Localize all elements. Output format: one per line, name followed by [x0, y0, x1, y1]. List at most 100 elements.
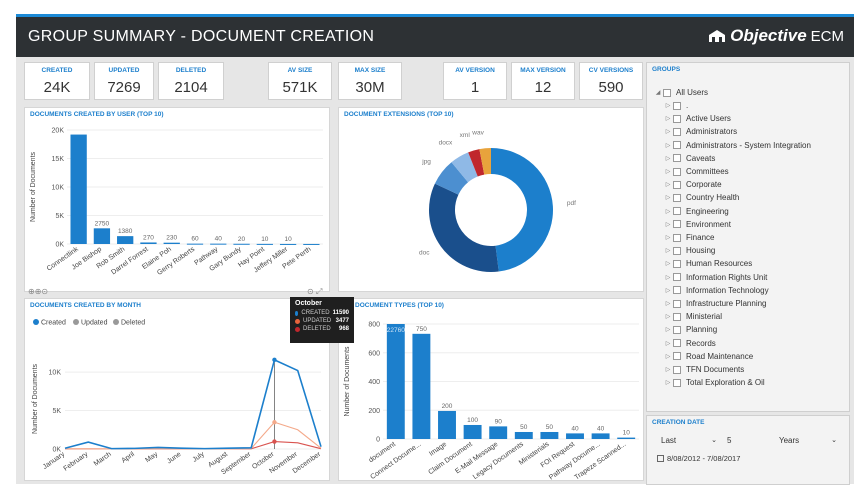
group-item[interactable]: ▷ Information Rights Unit	[663, 272, 768, 282]
checkbox[interactable]	[673, 339, 681, 348]
tooltip-value: 3477	[335, 318, 349, 324]
expand-icon[interactable]: ▷	[663, 102, 673, 109]
group-item-all-users[interactable]: ◢ All Users	[653, 88, 708, 97]
kpi-label: DELETED	[175, 67, 207, 74]
kpi-av-version[interactable]: AV VERSION 1	[443, 62, 507, 100]
checkbox[interactable]	[673, 101, 681, 110]
group-item[interactable]: ▷ Corporate	[663, 180, 722, 189]
kpi-av-size[interactable]: AV SIZE 571K	[268, 62, 332, 100]
expand-icon[interactable]: ▷	[663, 379, 673, 386]
group-item[interactable]: ▷ Records	[663, 339, 716, 348]
amount-input[interactable]: 5	[727, 436, 731, 445]
group-item[interactable]: ▷.	[663, 101, 689, 110]
checkbox[interactable]	[673, 193, 681, 202]
header-bar: GROUP SUMMARY - DOCUMENT CREATION Object…	[16, 17, 854, 57]
checkbox[interactable]	[673, 378, 681, 387]
options-icon[interactable]: ⊙	[307, 287, 314, 296]
group-item[interactable]: ▷ Active Users	[663, 114, 731, 123]
checkbox[interactable]	[673, 167, 681, 176]
expand-icon[interactable]: ▷	[663, 168, 673, 175]
group-item[interactable]: ▷ Finance	[663, 233, 715, 242]
checkbox[interactable]	[673, 233, 681, 242]
unit-select[interactable]: Years ⌄	[779, 436, 837, 445]
expand-icon[interactable]: ▷	[663, 194, 673, 201]
expand-icon[interactable]: ▷	[663, 208, 673, 215]
checkbox[interactable]	[663, 88, 671, 97]
group-item[interactable]: ▷ Committees	[663, 167, 729, 176]
kpi-deleted[interactable]: DELETED 2104	[158, 62, 224, 100]
panel-by-user[interactable]: DOCUMENTS CREATED BY USER (TOP 10) 0K 5K 1…	[24, 107, 330, 292]
group-item[interactable]: ▷ Caveats	[663, 154, 716, 163]
group-item[interactable]: ▷ Road Maintenance	[663, 352, 753, 361]
panel-types[interactable]: DOCUMENT TYPES (TOP 10) 0 200 400 600 800 Num…	[338, 298, 644, 482]
kpi-updated[interactable]: UPDATED 7269	[94, 62, 154, 100]
checkbox[interactable]	[673, 365, 681, 374]
groups-panel[interactable]: GROUPS ◢ All Users ▷. ▷ Active Users ▷ Admini…	[646, 62, 850, 412]
y-tick-label: 0K	[55, 242, 64, 249]
panel-title: DOCUMENT TYPES (TOP 10)	[355, 302, 444, 309]
checkbox[interactable]	[673, 180, 681, 189]
expand-icon[interactable]: ▷	[663, 287, 673, 294]
group-item[interactable]: ▷ Total Exploration & Oil	[663, 378, 765, 387]
expand-icon[interactable]: ▷	[663, 181, 673, 188]
expand-icon[interactable]: ▷	[663, 326, 673, 333]
expand-icon[interactable]: ▷	[663, 366, 673, 373]
checkbox[interactable]	[673, 114, 681, 123]
checkbox[interactable]	[673, 246, 681, 255]
expand-icon[interactable]: ▷	[663, 247, 673, 254]
period-select[interactable]: Last ⌄	[661, 436, 717, 445]
checkbox[interactable]	[673, 127, 681, 136]
group-item[interactable]: ▷ Administrators	[663, 127, 737, 136]
group-item[interactable]: ▷ Human Resources	[663, 259, 753, 268]
kpi-max-size[interactable]: MAX SIZE 30M	[338, 62, 402, 100]
expand-icon[interactable]: ▷	[663, 128, 673, 135]
group-item[interactable]: ▷ Administrators - System Integration	[663, 141, 811, 150]
expand-icon[interactable]: ▷	[663, 234, 673, 241]
kpi-value: 7269	[107, 79, 141, 96]
expand-icon[interactable]: ▷	[663, 115, 673, 122]
kpi-created[interactable]: CREATED 24K	[24, 62, 90, 100]
group-item[interactable]: ▷ Infrastructure Planning	[663, 299, 767, 308]
group-item[interactable]: ▷ Environment	[663, 220, 731, 229]
checkbox[interactable]	[673, 141, 681, 150]
checkbox[interactable]	[673, 352, 681, 361]
group-item[interactable]: ▷ Housing	[663, 246, 716, 255]
group-item[interactable]: ▷ Engineering	[663, 207, 729, 216]
checkbox[interactable]	[673, 273, 681, 282]
group-item[interactable]: ▷ Country Health	[663, 193, 740, 202]
panel-by-month[interactable]: DOCUMENTS CREATED BY MONTH Created Update…	[24, 298, 330, 481]
expand-icon[interactable]: ⊙	[41, 287, 48, 296]
checkbox[interactable]	[673, 154, 681, 163]
collapse-icon[interactable]: ◢	[653, 89, 663, 96]
checkbox[interactable]	[673, 312, 681, 321]
expand-icon[interactable]: ▷	[663, 142, 673, 149]
expand-icon[interactable]: ▷	[663, 260, 673, 267]
kpi-max-version[interactable]: MAX VERSION 12	[511, 62, 575, 100]
kpi-cv-versions[interactable]: CV VERSIONS 590	[579, 62, 643, 100]
checkbox[interactable]	[673, 220, 681, 229]
expand-icon[interactable]: ▷	[663, 353, 673, 360]
checkbox[interactable]	[673, 325, 681, 334]
checkbox[interactable]	[673, 259, 681, 268]
expand-icon[interactable]: ▷	[663, 313, 673, 320]
checkbox[interactable]	[673, 286, 681, 295]
group-item[interactable]: ▷ Ministerial	[663, 312, 722, 321]
expand-icon[interactable]: ▷	[663, 221, 673, 228]
group-item[interactable]: ▷ TFN Documents	[663, 365, 745, 374]
group-label: Information Rights Unit	[686, 272, 768, 282]
creation-date-panel[interactable]: CREATION DATE Last ⌄ 5 Years ⌄ 8/08/2012 -…	[646, 415, 850, 485]
checkbox[interactable]	[673, 299, 681, 308]
group-item[interactable]: ▷ Information Technology	[663, 286, 769, 295]
expand-icon[interactable]: ▷	[663, 155, 673, 162]
focus-mode-icon[interactable]: ⤢	[316, 287, 322, 296]
drill-up-icon[interactable]: ⊕	[28, 287, 35, 296]
date-range[interactable]: 8/08/2012 - 7/08/2017	[657, 454, 740, 463]
group-item[interactable]: ▷ Planning	[663, 325, 717, 334]
panel-extensions[interactable]: DOCUMENT EXTENSIONS (TOP 10) pdf doc jpg do…	[338, 107, 644, 292]
expand-icon[interactable]: ▷	[663, 300, 673, 307]
expand-icon[interactable]: ▷	[663, 340, 673, 347]
expand-icon[interactable]: ▷	[663, 274, 673, 281]
brand-suffix: ECM	[810, 27, 844, 45]
checkbox[interactable]	[673, 207, 681, 216]
pie-slice	[429, 183, 499, 272]
